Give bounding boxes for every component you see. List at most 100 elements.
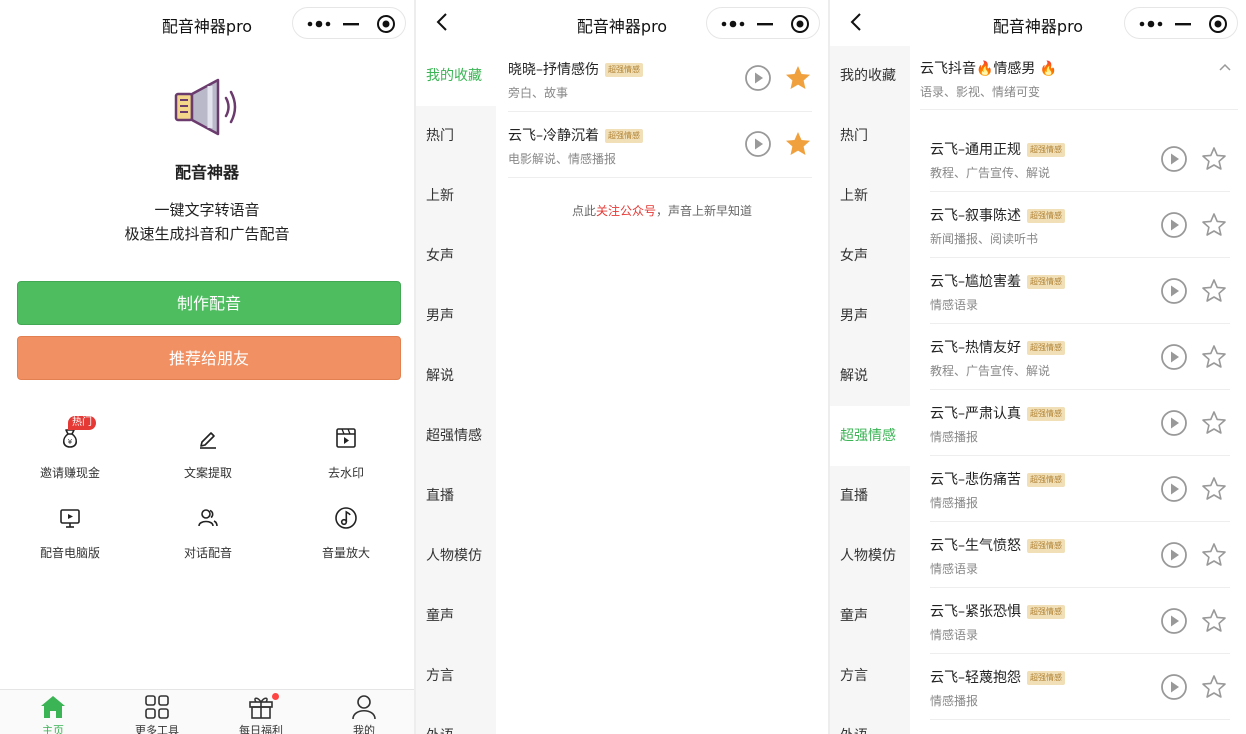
tab-home[interactable]: 主页: [13, 692, 93, 734]
sidebar-item[interactable]: 我的收藏: [416, 46, 496, 106]
star-outline-icon[interactable]: [1200, 409, 1228, 437]
voice-item[interactable]: 云飞–叙事陈述 超强情感 新闻播报、阅读听书: [930, 192, 1230, 258]
voice-description: 电影解说、情感播报: [508, 152, 617, 166]
tab-daily-welfare[interactable]: 每日福利: [221, 692, 301, 734]
voice-item[interactable]: 云飞–严肃认真 超强情感 情感播报: [930, 390, 1230, 456]
play-icon[interactable]: [1160, 145, 1188, 173]
play-icon[interactable]: [1160, 277, 1188, 305]
sidebar-item[interactable]: 童声: [830, 586, 910, 646]
star-outline-icon[interactable]: [1200, 211, 1228, 239]
group-subtitle: 语录、影视、情绪可变: [920, 85, 1041, 99]
tool-dialog-dubbing[interactable]: 对话配音: [148, 506, 268, 566]
sidebar-item[interactable]: 男声: [830, 286, 910, 346]
follow-tip: 点此关注公众号，声音上新早知道: [496, 202, 828, 219]
star-outline-icon[interactable]: [1200, 145, 1228, 173]
play-icon[interactable]: [744, 130, 772, 158]
voice-description: 情感语录: [930, 628, 979, 642]
sidebar-item[interactable]: 方言: [830, 646, 910, 706]
voice-item[interactable]: 云飞–悲伤痛苦 超强情感 情感播报: [930, 456, 1230, 522]
sidebar-item[interactable]: 人物模仿: [830, 526, 910, 586]
sidebar-item[interactable]: 热门: [830, 106, 910, 166]
sidebar-item[interactable]: 上新: [830, 166, 910, 226]
star-outline-icon[interactable]: [1200, 277, 1228, 305]
tool-text-extract[interactable]: 文案提取: [148, 426, 268, 486]
sidebar-item[interactable]: 解说: [416, 346, 496, 406]
tab-label: 更多工具: [135, 724, 179, 734]
voice-item[interactable]: 晓晓–抒情感伤 超强情感 旁白、故事: [508, 46, 812, 112]
more-icon[interactable]: [1137, 16, 1165, 32]
nav-bar: 配音神器pro: [830, 0, 1246, 46]
voice-tag: 超强情感: [1027, 209, 1065, 223]
voice-item[interactable]: 云飞–冷静沉着 超强情感 电影解说、情感播报: [508, 112, 812, 178]
sidebar-item[interactable]: 女声: [830, 226, 910, 286]
play-icon[interactable]: [1160, 343, 1188, 371]
close-icon[interactable]: [790, 14, 810, 34]
follow-official-account-link[interactable]: 关注公众号: [596, 204, 656, 218]
voice-description: 旁白、故事: [508, 86, 569, 100]
sidebar-item[interactable]: 热门: [416, 106, 496, 166]
voice-item[interactable]: 云飞–轻蔑抱怨 超强情感 情感播报: [930, 654, 1230, 720]
sidebar-item[interactable]: 超强情感: [416, 406, 496, 466]
tool-invite-cash[interactable]: ¥ 邀请赚现金: [10, 426, 130, 486]
sidebar-item[interactable]: 女声: [416, 226, 496, 286]
play-icon[interactable]: [1160, 475, 1188, 503]
star-outline-icon[interactable]: [1200, 475, 1228, 503]
minimize-icon[interactable]: [756, 16, 774, 32]
star-filled-icon[interactable]: [784, 130, 812, 158]
voice-item[interactable]: 云飞–紧张恐惧 超强情感 情感语录: [930, 588, 1230, 654]
close-icon[interactable]: [1208, 14, 1228, 34]
voice-item[interactable]: 云飞–通用正规 超强情感 教程、广告宣传、解说: [930, 126, 1230, 192]
play-icon[interactable]: [744, 64, 772, 92]
recommend-friend-button[interactable]: 推荐给朋友: [17, 336, 401, 380]
tab-mine[interactable]: 我的: [324, 692, 404, 734]
voice-title: 云飞–热情友好 超强情感: [930, 337, 1065, 357]
tool-pc-version[interactable]: 配音电脑版: [10, 506, 130, 566]
voice-item[interactable]: 云飞–生气愤怒 超强情感 情感语录: [930, 522, 1230, 588]
voice-tag: 超强情感: [1027, 605, 1065, 619]
star-outline-icon[interactable]: [1200, 673, 1228, 701]
more-icon[interactable]: [305, 16, 333, 32]
sidebar-item[interactable]: 直播: [830, 466, 910, 526]
voice-description: 情感播报: [930, 430, 979, 444]
play-icon[interactable]: [1160, 211, 1188, 239]
sidebar-item[interactable]: 直播: [416, 466, 496, 526]
monitor-play-icon: [60, 509, 80, 528]
star-outline-icon[interactable]: [1200, 343, 1228, 371]
star-outline-icon[interactable]: [1200, 541, 1228, 569]
sidebar-item[interactable]: 我的收藏: [830, 46, 910, 106]
voice-item[interactable]: 云飞–热情友好 超强情感 教程、广告宣传、解说: [930, 324, 1230, 390]
tool-label: 文案提取: [183, 466, 232, 480]
music-note-icon: [335, 507, 357, 529]
sidebar-item[interactable]: 超强情感: [830, 406, 910, 466]
sidebar-item[interactable]: 男声: [416, 286, 496, 346]
sidebar-item[interactable]: 解说: [830, 346, 910, 406]
sidebar-item[interactable]: 外语: [416, 706, 496, 734]
minimize-icon[interactable]: [1174, 16, 1192, 32]
minimize-icon[interactable]: [342, 16, 360, 32]
sidebar-item[interactable]: 人物模仿: [416, 526, 496, 586]
voice-tag: 超强情感: [1027, 407, 1065, 421]
video-frame-icon: [336, 428, 356, 448]
tab-more-tools[interactable]: 更多工具: [117, 692, 197, 734]
play-icon[interactable]: [1160, 409, 1188, 437]
sidebar-item[interactable]: 童声: [416, 586, 496, 646]
star-outline-icon[interactable]: [1200, 607, 1228, 635]
star-filled-icon[interactable]: [784, 64, 812, 92]
more-icon[interactable]: [719, 16, 747, 32]
voice-item[interactable]: 云飞–尴尬害羞 超强情感 情感语录: [930, 258, 1230, 324]
chevron-up-icon[interactable]: [1218, 60, 1232, 74]
close-icon[interactable]: [376, 14, 396, 34]
menu-capsule: [292, 7, 406, 39]
voice-group-header[interactable]: 云飞抖音🔥情感男 🔥 语录、影视、情绪可变: [920, 48, 1238, 110]
sidebar-item[interactable]: 外语: [830, 706, 910, 734]
make-dubbing-button[interactable]: 制作配音: [17, 281, 401, 325]
sidebar-item[interactable]: 上新: [416, 166, 496, 226]
slogan-line-2: 极速生成抖音和广告配音: [124, 225, 290, 243]
tool-remove-watermark[interactable]: 去水印: [286, 426, 406, 486]
tab-label: 每日福利: [239, 724, 283, 734]
play-icon[interactable]: [1160, 673, 1188, 701]
sidebar-item[interactable]: 方言: [416, 646, 496, 706]
play-icon[interactable]: [1160, 541, 1188, 569]
play-icon[interactable]: [1160, 607, 1188, 635]
tool-volume-boost[interactable]: 音量放大: [286, 506, 406, 566]
